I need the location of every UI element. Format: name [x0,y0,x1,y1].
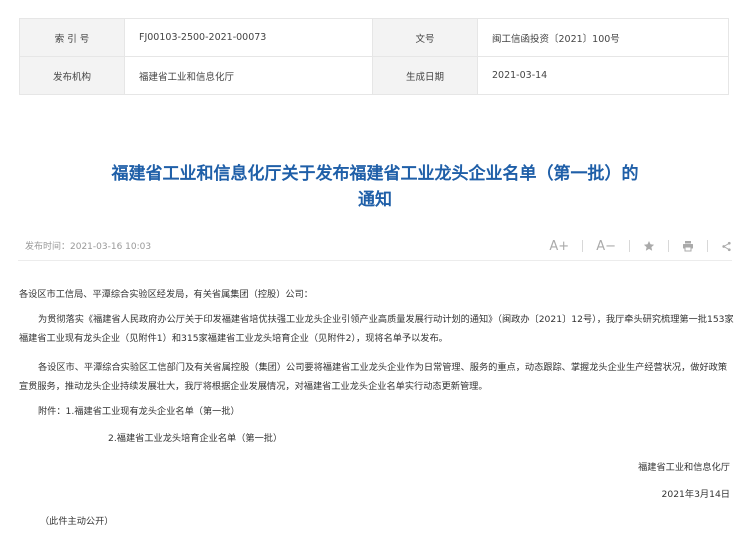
body-paragraph: 为贯彻落实《福建省人民政府办公厅关于印发福建省培优扶强工业龙头企业引领产业高质量… [19,314,734,344]
attachment-item: 附件：1.福建省工业现有龙头企业名单（第一批） [38,406,240,417]
body-paragraph: 各设区市、平潭综合实验区工信部门及有关省属控股（集团）公司要将福建省工业龙头企业… [19,362,728,392]
attachment-item: 2.福建省工业龙头培育企业名单（第一批） [108,433,283,444]
divider [629,240,630,252]
public-note: （此件主动公开） [40,516,114,527]
index-label: 索 引 号 [19,18,125,57]
font-increase-button[interactable]: A+ [549,239,569,254]
print-icon [683,241,693,252]
article-toolbar: A+ A− [549,236,732,256]
meta-row: 索 引 号 FJ00103-2500-2021-00073 文号 闽工信函投资〔… [19,18,729,57]
docno-value: 闽工信函投资〔2021〕100号 [477,18,729,57]
meta-row: 发布机构 福建省工业和信息化厅 生成日期 2021-03-14 [19,56,729,95]
index-value: FJ00103-2500-2021-00073 [124,18,373,57]
created-date-value: 2021-03-14 [477,56,729,95]
divider [668,240,669,252]
divider [707,240,708,252]
created-date-label: 生成日期 [372,56,478,95]
publisher-value: 福建省工业和信息化厅 [124,56,373,95]
publisher-label: 发布机构 [19,56,125,95]
divider [18,260,732,261]
signature: 福建省工业和信息化厅 [638,462,730,473]
favorite-button[interactable] [643,240,655,252]
font-decrease-button[interactable]: A− [596,239,616,254]
document-meta-table: 索 引 号 FJ00103-2500-2021-00073 文号 闽工信函投资〔… [19,18,729,95]
salutation: 各设区市工信局、平潭综合实验区经发局，有关省属集团（控股）公司： [19,289,313,300]
page-title: 福建省工业和信息化厅关于发布福建省工业龙头企业名单（第一批）的通知 [111,164,639,210]
publish-time: 发布时间：2021-03-16 10:03 [25,242,152,252]
print-button[interactable] [682,240,694,252]
star-icon [643,241,655,251]
divider [582,240,584,252]
document-date: 2021年3月14日 [661,489,730,500]
share-button[interactable] [721,241,732,252]
share-icon [722,241,731,251]
docno-label: 文号 [372,18,478,57]
